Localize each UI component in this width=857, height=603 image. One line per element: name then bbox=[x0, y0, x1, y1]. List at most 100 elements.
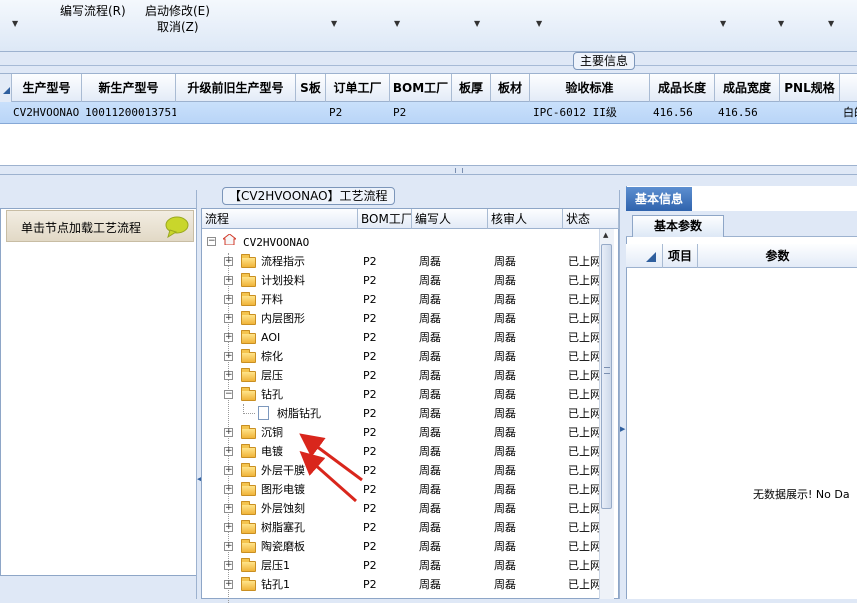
tree-root-label[interactable]: CV2HVOONAO bbox=[243, 233, 309, 252]
cell-model: CV2HVOONAO bbox=[13, 106, 80, 119]
tree-expand-icon[interactable]: + bbox=[224, 257, 233, 266]
dropdown-arrow-icon[interactable]: ▼ bbox=[474, 19, 480, 28]
cell-reviewer: 周磊 bbox=[494, 312, 516, 325]
tree-expand-icon[interactable]: + bbox=[224, 352, 233, 361]
col-header[interactable]: 验收标准 bbox=[530, 74, 650, 102]
col-header[interactable]: BOM工厂 bbox=[358, 209, 412, 229]
collapse-arrow-icon[interactable]: ▶ bbox=[620, 425, 625, 433]
col-header[interactable]: 新生产型号 bbox=[82, 74, 176, 102]
cell-width: 416.56 bbox=[718, 106, 758, 119]
table-row[interactable]: CV2HVOONAO 10011200013751 P2 P2 IPC-6012… bbox=[0, 102, 857, 124]
cell-reviewer: 周磊 bbox=[494, 407, 516, 420]
tab-basic-info[interactable]: 基本信息 bbox=[626, 187, 692, 211]
cell-status: 已上网 bbox=[568, 445, 600, 458]
col-header[interactable]: BOM工厂 bbox=[390, 74, 452, 102]
right-collapse-bar[interactable]: ▶ bbox=[619, 190, 626, 599]
col-header[interactable]: 成品长度 bbox=[650, 74, 715, 102]
dropdown-arrow-icon[interactable]: ▼ bbox=[536, 19, 542, 28]
cell-author: 周磊 bbox=[419, 274, 441, 287]
tree-expand-icon[interactable]: + bbox=[224, 333, 233, 342]
cell-author: 周磊 bbox=[419, 559, 441, 572]
cell-status: 已上网 bbox=[568, 540, 600, 553]
grip-icon bbox=[455, 168, 463, 173]
cell-bom-factory: P2 bbox=[363, 255, 377, 268]
cell-status: 已上网 bbox=[568, 464, 600, 477]
cell-bom-factory: P2 bbox=[363, 274, 377, 287]
tree-expand-icon[interactable]: + bbox=[224, 314, 233, 323]
cell-length: 416.56 bbox=[653, 106, 693, 119]
tree-collapse-icon[interactable]: − bbox=[207, 237, 216, 246]
folder-icon bbox=[241, 577, 256, 591]
red-arrow-icon bbox=[299, 451, 357, 503]
col-header[interactable]: 成品宽度 bbox=[715, 74, 780, 102]
cell-reviewer: 周磊 bbox=[494, 255, 516, 268]
folder-icon bbox=[241, 254, 256, 268]
cell-reviewer: 周磊 bbox=[494, 426, 516, 439]
tree-expand-icon[interactable]: + bbox=[224, 485, 233, 494]
load-flow-hint[interactable]: 单击节点加载工艺流程 bbox=[6, 210, 194, 242]
tree-expand-icon[interactable]: + bbox=[224, 466, 233, 475]
cancel-button[interactable]: 取消(Z) bbox=[157, 18, 199, 35]
start-modify-button[interactable]: 启动修改(E) bbox=[145, 2, 210, 19]
dropdown-arrow-icon[interactable]: ▼ bbox=[778, 19, 784, 28]
col-header[interactable]: 板厚 bbox=[452, 74, 491, 102]
tree-expand-icon[interactable]: + bbox=[224, 542, 233, 551]
cell-flow-name: 计划投料 bbox=[261, 274, 305, 287]
col-header[interactable]: 生产型号 bbox=[12, 74, 82, 102]
dropdown-arrow-icon[interactable]: ▼ bbox=[12, 19, 18, 28]
col-header[interactable]: 状态 bbox=[563, 209, 619, 229]
col-header[interactable]: 板材 bbox=[491, 74, 530, 102]
col-header[interactable]: 订单工厂 bbox=[326, 74, 390, 102]
tree-expand-icon[interactable]: + bbox=[224, 371, 233, 380]
horizontal-splitter[interactable] bbox=[0, 165, 857, 175]
dropdown-arrow-icon[interactable]: ▼ bbox=[828, 19, 834, 28]
tab-main-info[interactable]: 主要信息 bbox=[573, 52, 636, 70]
col-header[interactable]: 参数 bbox=[698, 244, 857, 268]
col-header[interactable]: 项目 bbox=[662, 244, 698, 268]
cell-s-board bbox=[296, 102, 326, 124]
cell-flow-name: 层压1 bbox=[261, 559, 290, 572]
col-header[interactable]: PNL规格 bbox=[780, 74, 840, 102]
cell-reviewer: 周磊 bbox=[494, 559, 516, 572]
cell-status: 已上网 bbox=[568, 559, 600, 572]
tree-expand-icon[interactable]: + bbox=[224, 523, 233, 532]
cell-flow-name: AOI bbox=[261, 331, 281, 344]
tree-expand-icon[interactable]: + bbox=[224, 580, 233, 589]
dropdown-arrow-icon[interactable]: ▼ bbox=[394, 19, 400, 28]
col-header[interactable]: S板 bbox=[296, 74, 326, 102]
dropdown-arrow-icon[interactable]: ▼ bbox=[331, 19, 337, 28]
cell-order-factory: P2 bbox=[329, 106, 343, 119]
col-header[interactable]: 升级前旧生产型号 bbox=[176, 74, 296, 102]
folder-icon bbox=[241, 273, 256, 287]
grid-corner-icon bbox=[646, 252, 656, 262]
tree-expand-icon[interactable]: + bbox=[224, 276, 233, 285]
edit-flow-button[interactable]: 编写流程(R) bbox=[60, 2, 126, 19]
tree-expand-icon[interactable]: + bbox=[224, 447, 233, 456]
cell-reviewer: 周磊 bbox=[494, 445, 516, 458]
cell-author: 周磊 bbox=[419, 350, 441, 363]
scroll-up-icon[interactable]: ▲ bbox=[603, 231, 608, 239]
dropdown-arrow-icon[interactable]: ▼ bbox=[720, 19, 726, 28]
scrollbar-thumb[interactable] bbox=[601, 244, 612, 509]
col-header[interactable]: 核审人 bbox=[488, 209, 563, 229]
cell-author: 周磊 bbox=[419, 388, 441, 401]
cell-status: 已上网 bbox=[568, 426, 600, 439]
cell-status: 已上网 bbox=[568, 274, 600, 287]
tree-expand-icon[interactable]: + bbox=[224, 295, 233, 304]
tree-expand-icon[interactable]: + bbox=[224, 561, 233, 570]
tree-expand-icon[interactable]: + bbox=[224, 428, 233, 437]
folder-icon bbox=[241, 558, 256, 572]
tree-collapse-icon[interactable]: − bbox=[224, 390, 233, 399]
cell-reviewer: 周磊 bbox=[494, 521, 516, 534]
folder-icon bbox=[241, 330, 256, 344]
tree-expand-icon[interactable]: + bbox=[224, 504, 233, 513]
cell-bom-factory: P2 bbox=[363, 559, 377, 572]
tab-basic-params[interactable]: 基本参数 bbox=[632, 215, 724, 237]
cell-status: 已上网 bbox=[568, 293, 600, 306]
cell-bom-factory: P2 bbox=[363, 369, 377, 382]
cell-reviewer: 周磊 bbox=[494, 388, 516, 401]
folder-icon bbox=[241, 482, 256, 496]
cell-bom-factory: P2 bbox=[363, 350, 377, 363]
col-header[interactable]: 编写人 bbox=[412, 209, 488, 229]
col-header[interactable]: 流程 bbox=[202, 209, 358, 229]
